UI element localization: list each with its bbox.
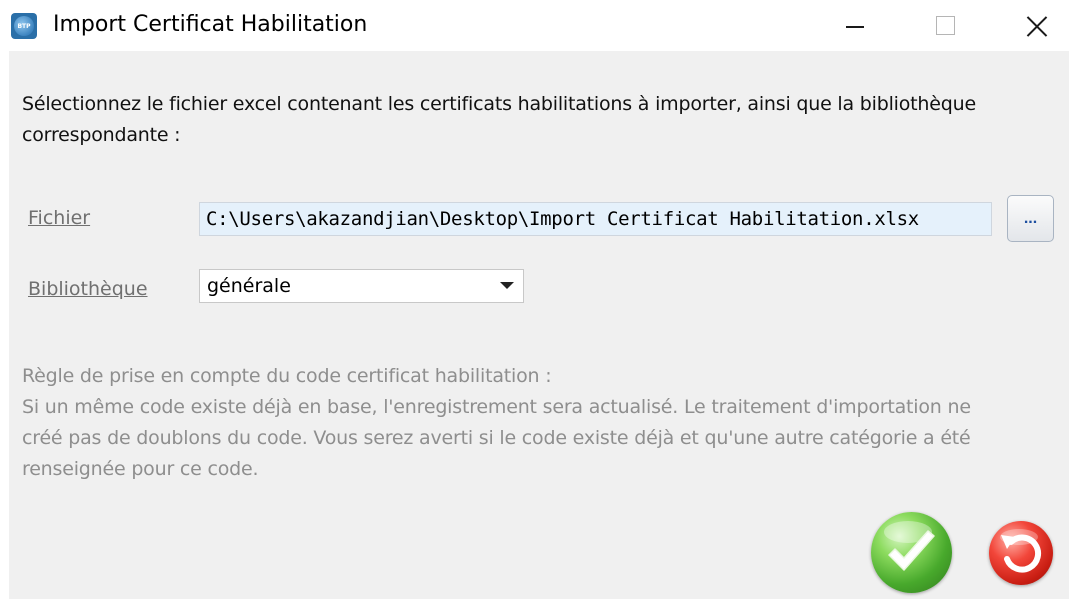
checkmark-icon [884,521,935,571]
browse-button[interactable]: ... [1007,195,1054,242]
library-select[interactable]: générale [199,269,524,303]
instructions-line: Sélectionnez le fichier excel contenant … [22,93,976,115]
rule-line: créé pas de doublons du code. Vous serez… [22,427,971,449]
import-rule-text: Règle de prise en compte du code certifi… [22,361,1057,485]
chevron-down-icon [500,282,514,289]
maximize-icon [935,16,955,35]
cancel-button[interactable] [989,521,1053,585]
instructions-text: Sélectionnez le fichier excel contenant … [22,89,1052,151]
app-logo-icon: BTP [11,13,37,39]
rule-line: Si un même code existe déjà en base, l'e… [22,396,971,418]
validate-button[interactable] [871,512,952,593]
close-icon [1027,16,1047,36]
minimize-icon [846,26,864,28]
app-logo-text: BTP [14,16,34,36]
minimize-button[interactable] [832,0,878,51]
dialog-content: Sélectionnez le fichier excel contenant … [9,51,1069,599]
rule-line: Règle de prise en compte du code certifi… [22,365,552,387]
rule-line: renseignée pour ce code. [22,458,259,480]
undo-icon [1000,529,1042,573]
close-button[interactable] [1014,0,1060,51]
file-label[interactable]: Fichier [28,207,90,229]
title-bar: BTP Import Certificat Habilitation [0,0,1069,51]
library-select-value: générale [207,275,291,297]
instructions-line: correspondante : [22,124,181,146]
file-path-input[interactable] [199,202,992,236]
library-label[interactable]: Bibliothèque [28,278,148,300]
maximize-button[interactable] [922,0,968,51]
window-title: Import Certificat Habilitation [53,12,368,37]
